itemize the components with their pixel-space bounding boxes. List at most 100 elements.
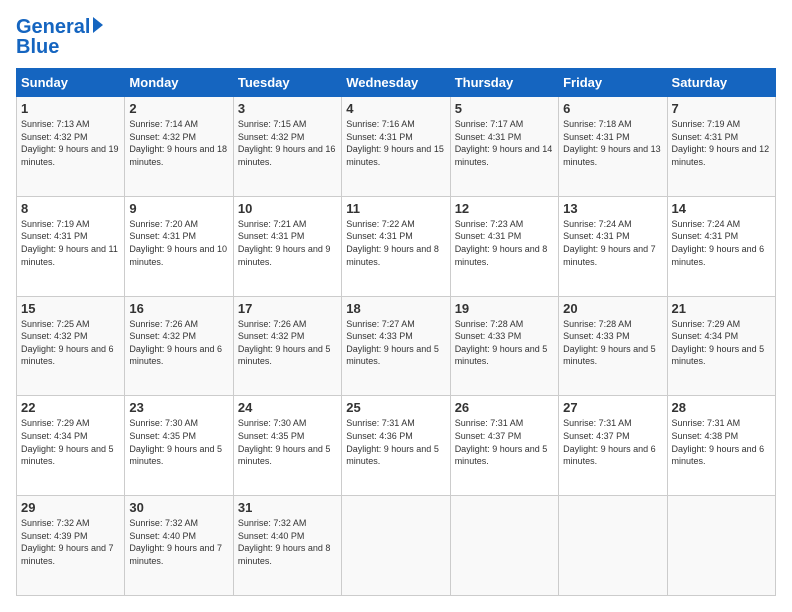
day-info: Sunrise: 7:25 AMSunset: 4:32 PMDaylight:… [21, 319, 114, 367]
day-number: 27 [563, 400, 662, 415]
day-number: 28 [672, 400, 771, 415]
calendar-cell: 11 Sunrise: 7:22 AMSunset: 4:31 PMDaylig… [342, 196, 450, 296]
day-number: 26 [455, 400, 554, 415]
weekday-header-saturday: Saturday [667, 69, 775, 97]
weekday-header-row: SundayMondayTuesdayWednesdayThursdayFrid… [17, 69, 776, 97]
week-row-2: 8 Sunrise: 7:19 AMSunset: 4:31 PMDayligh… [17, 196, 776, 296]
calendar-cell: 31 Sunrise: 7:32 AMSunset: 4:40 PMDaylig… [233, 496, 341, 596]
day-info: Sunrise: 7:32 AMSunset: 4:40 PMDaylight:… [129, 518, 222, 566]
calendar-cell: 21 Sunrise: 7:29 AMSunset: 4:34 PMDaylig… [667, 296, 775, 396]
weekday-header-friday: Friday [559, 69, 667, 97]
day-number: 3 [238, 101, 337, 116]
week-row-3: 15 Sunrise: 7:25 AMSunset: 4:32 PMDaylig… [17, 296, 776, 396]
day-number: 17 [238, 301, 337, 316]
day-number: 2 [129, 101, 228, 116]
calendar-cell: 10 Sunrise: 7:21 AMSunset: 4:31 PMDaylig… [233, 196, 341, 296]
day-info: Sunrise: 7:19 AMSunset: 4:31 PMDaylight:… [672, 119, 770, 167]
calendar-cell: 18 Sunrise: 7:27 AMSunset: 4:33 PMDaylig… [342, 296, 450, 396]
day-info: Sunrise: 7:31 AMSunset: 4:37 PMDaylight:… [563, 418, 656, 466]
day-info: Sunrise: 7:24 AMSunset: 4:31 PMDaylight:… [563, 219, 656, 267]
day-number: 29 [21, 500, 120, 515]
weekday-header-sunday: Sunday [17, 69, 125, 97]
logo-blue-text: Blue [16, 36, 59, 58]
day-number: 6 [563, 101, 662, 116]
day-info: Sunrise: 7:31 AMSunset: 4:36 PMDaylight:… [346, 418, 439, 466]
day-info: Sunrise: 7:31 AMSunset: 4:37 PMDaylight:… [455, 418, 548, 466]
day-info: Sunrise: 7:30 AMSunset: 4:35 PMDaylight:… [238, 418, 331, 466]
day-info: Sunrise: 7:29 AMSunset: 4:34 PMDaylight:… [21, 418, 114, 466]
day-number: 11 [346, 201, 445, 216]
day-number: 9 [129, 201, 228, 216]
day-info: Sunrise: 7:14 AMSunset: 4:32 PMDaylight:… [129, 119, 227, 167]
day-info: Sunrise: 7:30 AMSunset: 4:35 PMDaylight:… [129, 418, 222, 466]
calendar-cell: 1 Sunrise: 7:13 AMSunset: 4:32 PMDayligh… [17, 97, 125, 197]
calendar-cell: 22 Sunrise: 7:29 AMSunset: 4:34 PMDaylig… [17, 396, 125, 496]
day-info: Sunrise: 7:19 AMSunset: 4:31 PMDaylight:… [21, 219, 118, 267]
day-info: Sunrise: 7:15 AMSunset: 4:32 PMDaylight:… [238, 119, 336, 167]
calendar-cell: 23 Sunrise: 7:30 AMSunset: 4:35 PMDaylig… [125, 396, 233, 496]
day-number: 1 [21, 101, 120, 116]
day-number: 14 [672, 201, 771, 216]
day-number: 16 [129, 301, 228, 316]
day-number: 22 [21, 400, 120, 415]
logo-text: General [16, 16, 90, 38]
calendar-cell [342, 496, 450, 596]
day-number: 19 [455, 301, 554, 316]
day-number: 30 [129, 500, 228, 515]
day-number: 4 [346, 101, 445, 116]
day-info: Sunrise: 7:24 AMSunset: 4:31 PMDaylight:… [672, 219, 765, 267]
calendar-cell: 9 Sunrise: 7:20 AMSunset: 4:31 PMDayligh… [125, 196, 233, 296]
day-info: Sunrise: 7:31 AMSunset: 4:38 PMDaylight:… [672, 418, 765, 466]
calendar-cell: 7 Sunrise: 7:19 AMSunset: 4:31 PMDayligh… [667, 97, 775, 197]
calendar-cell [667, 496, 775, 596]
calendar-cell: 26 Sunrise: 7:31 AMSunset: 4:37 PMDaylig… [450, 396, 558, 496]
calendar-cell: 24 Sunrise: 7:30 AMSunset: 4:35 PMDaylig… [233, 396, 341, 496]
calendar-cell: 3 Sunrise: 7:15 AMSunset: 4:32 PMDayligh… [233, 97, 341, 197]
day-info: Sunrise: 7:22 AMSunset: 4:31 PMDaylight:… [346, 219, 439, 267]
day-info: Sunrise: 7:18 AMSunset: 4:31 PMDaylight:… [563, 119, 661, 167]
day-info: Sunrise: 7:23 AMSunset: 4:31 PMDaylight:… [455, 219, 548, 267]
day-info: Sunrise: 7:17 AMSunset: 4:31 PMDaylight:… [455, 119, 553, 167]
weekday-header-monday: Monday [125, 69, 233, 97]
day-number: 18 [346, 301, 445, 316]
calendar-cell: 6 Sunrise: 7:18 AMSunset: 4:31 PMDayligh… [559, 97, 667, 197]
calendar-cell: 2 Sunrise: 7:14 AMSunset: 4:32 PMDayligh… [125, 97, 233, 197]
day-number: 15 [21, 301, 120, 316]
day-info: Sunrise: 7:20 AMSunset: 4:31 PMDaylight:… [129, 219, 227, 267]
day-info: Sunrise: 7:16 AMSunset: 4:31 PMDaylight:… [346, 119, 444, 167]
day-number: 24 [238, 400, 337, 415]
calendar-cell: 16 Sunrise: 7:26 AMSunset: 4:32 PMDaylig… [125, 296, 233, 396]
day-info: Sunrise: 7:27 AMSunset: 4:33 PMDaylight:… [346, 319, 439, 367]
day-number: 23 [129, 400, 228, 415]
week-row-5: 29 Sunrise: 7:32 AMSunset: 4:39 PMDaylig… [17, 496, 776, 596]
weekday-header-tuesday: Tuesday [233, 69, 341, 97]
day-number: 5 [455, 101, 554, 116]
day-number: 8 [21, 201, 120, 216]
logo-arrow-icon [93, 17, 103, 33]
day-info: Sunrise: 7:32 AMSunset: 4:39 PMDaylight:… [21, 518, 114, 566]
calendar-cell: 4 Sunrise: 7:16 AMSunset: 4:31 PMDayligh… [342, 97, 450, 197]
day-number: 10 [238, 201, 337, 216]
weekday-header-thursday: Thursday [450, 69, 558, 97]
calendar-cell: 25 Sunrise: 7:31 AMSunset: 4:36 PMDaylig… [342, 396, 450, 496]
calendar-cell: 15 Sunrise: 7:25 AMSunset: 4:32 PMDaylig… [17, 296, 125, 396]
day-number: 7 [672, 101, 771, 116]
calendar-cell: 28 Sunrise: 7:31 AMSunset: 4:38 PMDaylig… [667, 396, 775, 496]
calendar-cell: 14 Sunrise: 7:24 AMSunset: 4:31 PMDaylig… [667, 196, 775, 296]
day-info: Sunrise: 7:13 AMSunset: 4:32 PMDaylight:… [21, 119, 119, 167]
logo: General Blue [16, 16, 103, 58]
day-info: Sunrise: 7:28 AMSunset: 4:33 PMDaylight:… [455, 319, 548, 367]
calendar-cell: 19 Sunrise: 7:28 AMSunset: 4:33 PMDaylig… [450, 296, 558, 396]
day-number: 21 [672, 301, 771, 316]
day-info: Sunrise: 7:21 AMSunset: 4:31 PMDaylight:… [238, 219, 331, 267]
week-row-1: 1 Sunrise: 7:13 AMSunset: 4:32 PMDayligh… [17, 97, 776, 197]
day-info: Sunrise: 7:28 AMSunset: 4:33 PMDaylight:… [563, 319, 656, 367]
calendar-table: SundayMondayTuesdayWednesdayThursdayFrid… [16, 68, 776, 596]
calendar-cell: 20 Sunrise: 7:28 AMSunset: 4:33 PMDaylig… [559, 296, 667, 396]
day-info: Sunrise: 7:26 AMSunset: 4:32 PMDaylight:… [129, 319, 222, 367]
calendar-cell: 8 Sunrise: 7:19 AMSunset: 4:31 PMDayligh… [17, 196, 125, 296]
calendar-cell: 17 Sunrise: 7:26 AMSunset: 4:32 PMDaylig… [233, 296, 341, 396]
calendar-cell: 27 Sunrise: 7:31 AMSunset: 4:37 PMDaylig… [559, 396, 667, 496]
calendar-cell: 29 Sunrise: 7:32 AMSunset: 4:39 PMDaylig… [17, 496, 125, 596]
calendar-cell [559, 496, 667, 596]
